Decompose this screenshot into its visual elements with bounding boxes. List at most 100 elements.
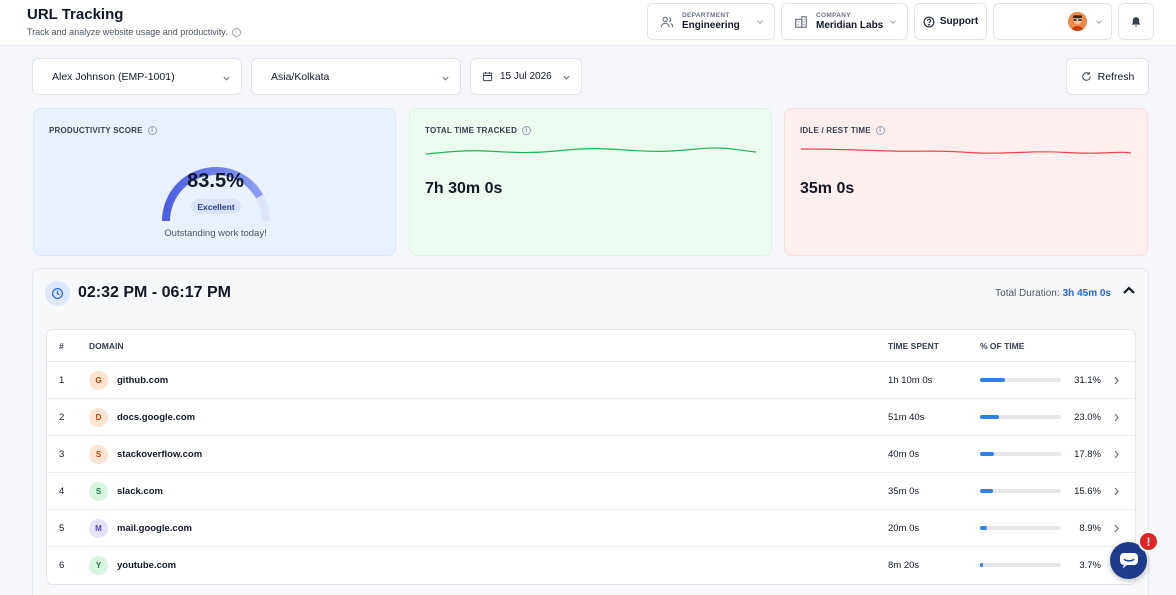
avatar <box>1068 12 1087 31</box>
row-domain: Ddocs.google.com <box>89 407 196 427</box>
chevron-down-icon <box>757 20 763 24</box>
table-row[interactable]: 3 Sstackoverflow.com 40m 0s 17.8% <box>47 436 1135 473</box>
chevron-right-icon <box>1114 487 1119 496</box>
chevron-down-icon <box>223 76 230 81</box>
productivity-title-text: PRODUCTIVITY SCORE <box>49 126 143 135</box>
timezone-select[interactable]: Asia/Kolkata <box>251 58 461 95</box>
total-duration-value: 3h 45m 0s <box>1062 288 1111 299</box>
percent-bar <box>980 526 1061 530</box>
chat-icon <box>1119 553 1138 569</box>
domain-name: youtube.com <box>117 560 177 571</box>
company-value: Meridian Labs <box>816 20 884 31</box>
company-label: COMPANY <box>816 12 851 19</box>
support-label: Support <box>939 16 979 27</box>
row-number: 5 <box>59 522 65 534</box>
date-picker[interactable]: 15 Jul 2026 <box>470 58 582 95</box>
column-header-time: TIME SPENT <box>888 340 940 351</box>
total-duration-label: Total Duration: <box>995 288 1060 299</box>
total-time-sparkline <box>426 147 756 155</box>
domain-initial-badge: Y <box>89 556 108 575</box>
percent-bar <box>980 563 1061 567</box>
percent-bar-fill <box>980 378 1006 382</box>
column-header-domain: DOMAIN <box>89 340 124 351</box>
row-number: 6 <box>59 560 65 571</box>
employee-select[interactable]: Alex Johnson (EMP-1001) <box>32 58 242 95</box>
row-time-spent: 40m 0s <box>888 448 920 460</box>
chevron-right-icon <box>1114 524 1119 533</box>
row-time-spent: 20m 0s <box>888 522 920 534</box>
domain-initial-badge: G <box>89 370 108 390</box>
idle-time-card: IDLE / REST TIME i 35m 0s <box>784 108 1148 256</box>
chevron-up-icon[interactable] <box>1122 284 1136 296</box>
chevron-right-icon <box>1114 450 1119 459</box>
total-time-title: TOTAL TIME TRACKED i <box>425 126 532 135</box>
domain-initial-badge: D <box>89 407 108 427</box>
row-percent: 8.9% <box>1079 522 1101 534</box>
idle-time-title-text: IDLE / REST TIME <box>800 126 871 135</box>
row-domain: Sslack.com <box>89 481 163 501</box>
percent-bar <box>980 378 1061 382</box>
total-time-card: TOTAL TIME TRACKED i 7h 30m 0s <box>409 108 772 256</box>
chevron-down-icon <box>563 75 570 80</box>
domain-name: github.com <box>117 374 169 386</box>
percent-bar-fill <box>980 526 988 530</box>
total-time-title-text: TOTAL TIME TRACKED <box>425 126 518 135</box>
idle-time-title: IDLE / REST TIME i <box>800 126 885 135</box>
table-row[interactable]: 4 Sslack.com 35m 0s 15.6% <box>47 473 1135 510</box>
table-header: # DOMAIN TIME SPENT % OF TIME <box>47 330 1135 362</box>
table-row[interactable]: 5 Mmail.google.com 20m 0s 8.9% <box>47 510 1135 547</box>
session-time-range: 02:32 PM - 06:17 PM <box>78 284 231 301</box>
clock-icon <box>45 281 70 306</box>
department-select[interactable]: DEPARTMENT Engineering <box>647 3 775 40</box>
employee-value: Alex Johnson (EMP-1001) <box>52 70 175 83</box>
row-domain: Sstackoverflow.com <box>89 444 202 464</box>
domain-initial-badge: M <box>89 518 108 538</box>
productivity-score-card: PRODUCTIVITY SCORE i 83.5% Excellent Out… <box>33 108 396 256</box>
session-panel: 02:32 PM - 06:17 PM Total Duration: 3h 45… <box>32 268 1149 595</box>
users-icon <box>660 16 674 27</box>
info-icon[interactable]: i <box>522 126 532 135</box>
domain-name: docs.google.com <box>117 411 196 423</box>
total-time-value: 7h 30m 0s <box>425 180 503 197</box>
idle-time-value: 35m 0s <box>800 180 855 197</box>
row-number: 3 <box>59 448 65 460</box>
info-icon[interactable]: i <box>147 126 157 135</box>
column-header-pct: % OF TIME <box>980 340 1025 351</box>
table-row[interactable]: 6 Yyoutube.com 8m 20s 3.7% <box>47 547 1135 584</box>
user-menu[interactable] <box>993 3 1112 40</box>
notifications-button[interactable] <box>1118 3 1154 40</box>
row-domain: Ggithub.com <box>89 370 169 390</box>
info-icon[interactable]: i <box>875 126 885 135</box>
refresh-button[interactable]: Refresh <box>1066 58 1149 95</box>
table-row[interactable]: 2 Ddocs.google.com 51m 40s 23.0% <box>47 399 1135 436</box>
page-subtitle-text: Track and analyze website usage and prod… <box>27 27 228 37</box>
percent-bar-fill <box>980 489 993 493</box>
row-time-spent: 8m 20s <box>888 560 920 571</box>
domain-initial-badge: S <box>89 444 108 464</box>
percent-bar-fill <box>980 415 999 419</box>
chevron-down-icon <box>890 20 896 24</box>
info-icon[interactable]: i <box>231 27 241 37</box>
timezone-value: Asia/Kolkata <box>271 70 330 83</box>
total-duration: Total Duration: 3h 45m 0s <box>995 288 1111 299</box>
help-icon <box>923 16 935 27</box>
column-header-num: # <box>59 340 64 351</box>
chevron-right-icon <box>1114 376 1119 385</box>
row-percent: 23.0% <box>1074 411 1101 423</box>
chat-alert-badge: ! <box>1138 531 1159 552</box>
rating-badge: Excellent <box>191 199 241 214</box>
support-button[interactable]: Support <box>914 3 987 40</box>
row-percent: 15.6% <box>1074 485 1101 497</box>
department-label: DEPARTMENT <box>682 12 730 19</box>
table-body: 1 Ggithub.com 1h 10m 0s 31.1% 2 Ddocs.google.… <box>47 362 1135 584</box>
idle-time-sparkline <box>801 148 1131 154</box>
row-number: 1 <box>59 374 65 386</box>
row-number: 2 <box>59 411 65 423</box>
table-row[interactable]: 1 Ggithub.com 1h 10m 0s 31.1% <box>47 362 1135 399</box>
chevron-down-icon <box>1096 20 1102 24</box>
chevron-down-icon <box>442 76 449 81</box>
building-icon <box>795 15 807 28</box>
company-select[interactable]: COMPANY Meridian Labs <box>781 3 908 40</box>
domain-name: slack.com <box>117 485 163 497</box>
row-number: 4 <box>59 485 65 497</box>
